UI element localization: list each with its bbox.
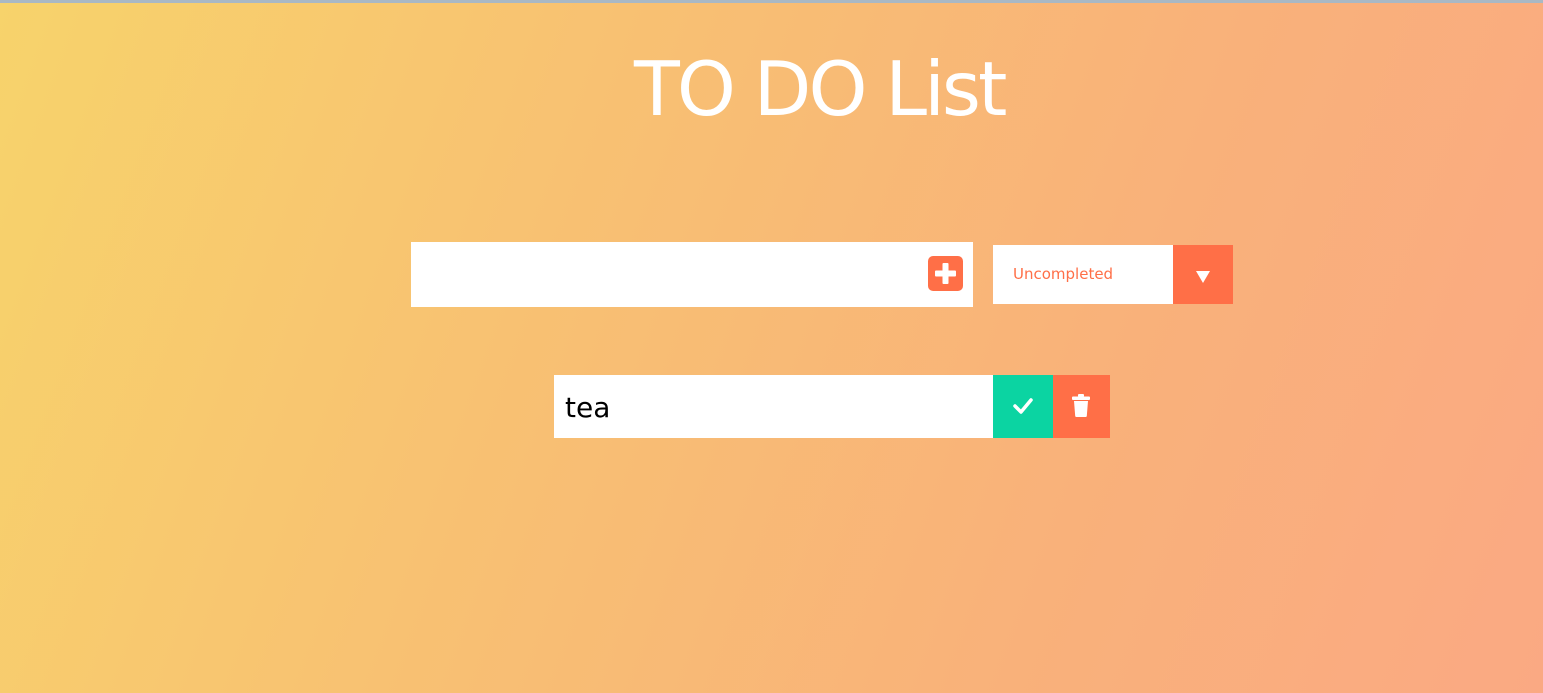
delete-button[interactable]	[1053, 375, 1110, 438]
page-title: TO DO List	[634, 45, 1007, 133]
filter-selected-value: Uncompleted	[1013, 265, 1114, 283]
todo-text-box: tea	[554, 375, 993, 438]
complete-button[interactable]	[993, 375, 1053, 438]
filter-select[interactable]: Uncompleted	[993, 245, 1233, 304]
window-top-border	[0, 0, 1543, 3]
filter-dropdown-toggle[interactable]	[1173, 245, 1233, 304]
trash-icon	[1072, 394, 1090, 417]
add-todo-button[interactable]	[928, 256, 963, 291]
todo-item: tea	[554, 375, 1110, 438]
todo-input[interactable]	[411, 242, 911, 307]
triangle-down-icon	[1196, 271, 1210, 283]
plus-square-icon	[935, 263, 956, 284]
todo-text: tea	[565, 391, 611, 424]
check-icon	[1013, 398, 1033, 414]
todo-form	[411, 242, 973, 307]
